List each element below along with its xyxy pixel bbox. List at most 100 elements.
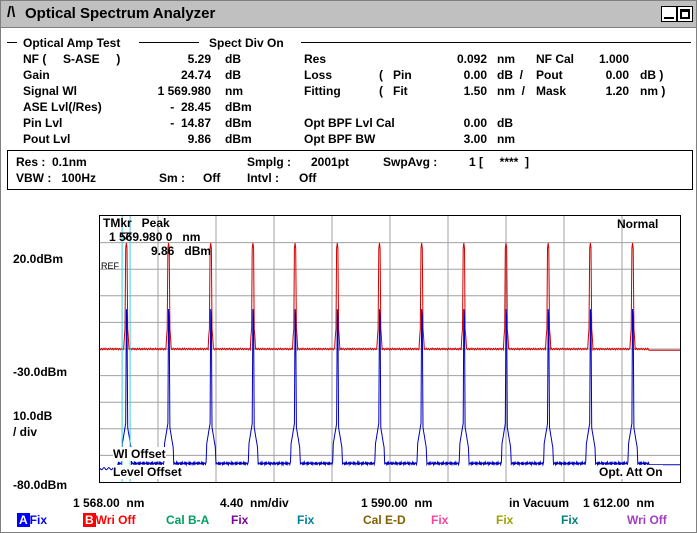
osa-window: /\ Optical Spectrum Analyzer Optical Amp… (0, 0, 697, 533)
intvl-label: Intvl : (247, 171, 279, 185)
header-rule-left (7, 42, 17, 43)
legend-text-2: Cal B-A (166, 513, 210, 527)
results-right-label-1: Pout (536, 68, 563, 82)
results-right-value-0: 1.000 (598, 52, 629, 66)
settings-box (7, 150, 693, 190)
spect-div-label: Spect Div On (209, 36, 284, 50)
x-span-label: 4.40 nm/div (220, 496, 289, 510)
left-results-value-3: - 28.45 (170, 100, 211, 114)
x-stop-label: 1 612.00 nm (583, 496, 655, 510)
legend-item-5[interactable]: Cal E-D (363, 513, 406, 527)
left-results-value-5: 9.86 (187, 132, 211, 146)
title-bar: /\ Optical Spectrum Analyzer (1, 1, 696, 28)
left-results-unit-3: dBm (225, 100, 252, 114)
left-results-label-4: Pin Lvl (23, 116, 63, 130)
mid-results-value-5: 3.00 (463, 132, 487, 146)
left-results-unit-1: dB (225, 68, 241, 82)
smplg-value: 2001pt (311, 155, 350, 169)
legend-text-4: Fix (297, 513, 315, 527)
marker-level: 9.86 dBm (151, 244, 212, 258)
mid-results-value-2: 1.50 (463, 84, 487, 98)
header-rule-right (301, 42, 691, 43)
legend-text-1: Wri Off (95, 513, 136, 527)
res-setting: Res : 0.1nm (16, 155, 87, 169)
legend-item-7[interactable]: Fix (496, 513, 513, 527)
legend-item-3[interactable]: Fix (231, 513, 248, 527)
legend-item-2[interactable]: Cal B-A (166, 513, 209, 527)
mid-results-unit-0: nm (497, 52, 515, 66)
mid-results-pre-2: ( Fit (379, 84, 408, 98)
legend-text-5: Cal E-D (363, 513, 406, 527)
mid-results-value-4: 0.00 (463, 116, 487, 130)
smplg-label: Smplg : (247, 155, 291, 169)
y-bottom-label: -80.0dBm (13, 478, 68, 492)
left-results-value-2: 1 569.980 (157, 84, 211, 98)
x-center-label: 1 590.00 nm (361, 496, 433, 510)
y-per-div-label: / div (13, 425, 38, 439)
results-right-label-2: Mask (536, 84, 567, 98)
legend-tag-0: A (17, 513, 30, 527)
mid-results-value-0: 0.092 (456, 52, 487, 66)
header-rule-mid (139, 42, 199, 43)
mid-results-unit-4: dB (497, 116, 513, 130)
left-results-unit-0: dB (225, 52, 241, 66)
mid-results-unit-1: dB / (497, 68, 523, 82)
mid-results-label-1: Loss (304, 68, 333, 82)
swpavg-value: 1 [ **** ] (469, 155, 530, 169)
left-results-label-3: ASE Lvl(/Res) (23, 100, 102, 114)
left-results-unit-4: dBm (225, 116, 252, 130)
left-results-unit-5: dBm (225, 132, 252, 146)
marker-wavelength: 1 569.980 0 nm (109, 230, 201, 244)
legend-item-1[interactable]: B Wri Off (83, 513, 135, 527)
left-results-label-2: Signal Wl (23, 84, 77, 98)
left-results-value-1: 24.74 (180, 68, 211, 82)
legend-item-4[interactable]: Fix (297, 513, 314, 527)
left-results-unit-2: nm (225, 84, 243, 98)
mid-results-label-0: Res (304, 52, 327, 66)
minimize-button[interactable] (661, 6, 677, 22)
legend-text-7: Fix (496, 513, 514, 527)
mid-results-label-4: Opt BPF Lvl Cal (304, 116, 395, 130)
left-results-value-0: 5.29 (187, 52, 211, 66)
maximize-button[interactable] (677, 6, 693, 22)
legend-text-9: Wri Off (627, 513, 667, 527)
left-results-value-4: - 14.87 (170, 116, 211, 130)
legend-text-8: Fix (561, 513, 579, 527)
marker-title: TMkr Peak (103, 216, 170, 230)
left-results-label-5: Pout Lvl (23, 132, 71, 146)
sm-value: Off (203, 171, 221, 185)
mid-results-unit-5: nm (497, 132, 515, 146)
mid-results-label-5: Opt BPF BW (304, 132, 376, 146)
y-mid-label: -30.0dBm (13, 365, 68, 379)
window-title: Optical Spectrum Analyzer (25, 5, 216, 22)
vbw-setting: VBW : 100Hz (16, 171, 97, 185)
medium-label: in Vacuum (509, 496, 570, 510)
results-right-value-1: 0.00 (605, 68, 629, 82)
mid-results-label-2: Fitting (304, 84, 341, 98)
mid-results-value-1: 0.00 (463, 68, 487, 82)
results-right-value-2: 1.20 (605, 84, 629, 98)
legend-item-0[interactable]: A Fix (17, 513, 47, 527)
x-start-label: 1 568.00 nm (73, 496, 145, 510)
y-scale-label: 10.0dB (13, 409, 53, 423)
test-name: Optical Amp Test (23, 36, 121, 50)
opt-att-label: Opt. Att On (599, 465, 663, 479)
level-offset-label: Level Offset (113, 465, 182, 479)
intvl-value: Off (299, 171, 317, 185)
results-right-unit-2: nm ) (640, 84, 666, 98)
ref-label: REF (101, 261, 119, 271)
legend-tag-1: B (83, 513, 96, 527)
legend-text-6: Fix (431, 513, 449, 527)
swpavg-label: SwpAvg : (383, 155, 438, 169)
left-results-label-0: NF ( S-ASE ) (23, 52, 121, 66)
legend-item-6[interactable]: Fix (431, 513, 448, 527)
y-top-label: 20.0dBm (13, 252, 64, 266)
legend-item-8[interactable]: Fix (561, 513, 578, 527)
results-right-unit-1: dB ) (640, 68, 664, 82)
wl-offset-label: Wl Offset (113, 447, 166, 461)
mid-results-pre-1: ( Pin (379, 68, 412, 82)
sm-label: Sm : (159, 171, 186, 185)
legend-item-9[interactable]: Wri Off (627, 513, 667, 527)
left-results-label-1: Gain (23, 68, 50, 82)
osa-logo-icon: /\ (7, 4, 16, 21)
